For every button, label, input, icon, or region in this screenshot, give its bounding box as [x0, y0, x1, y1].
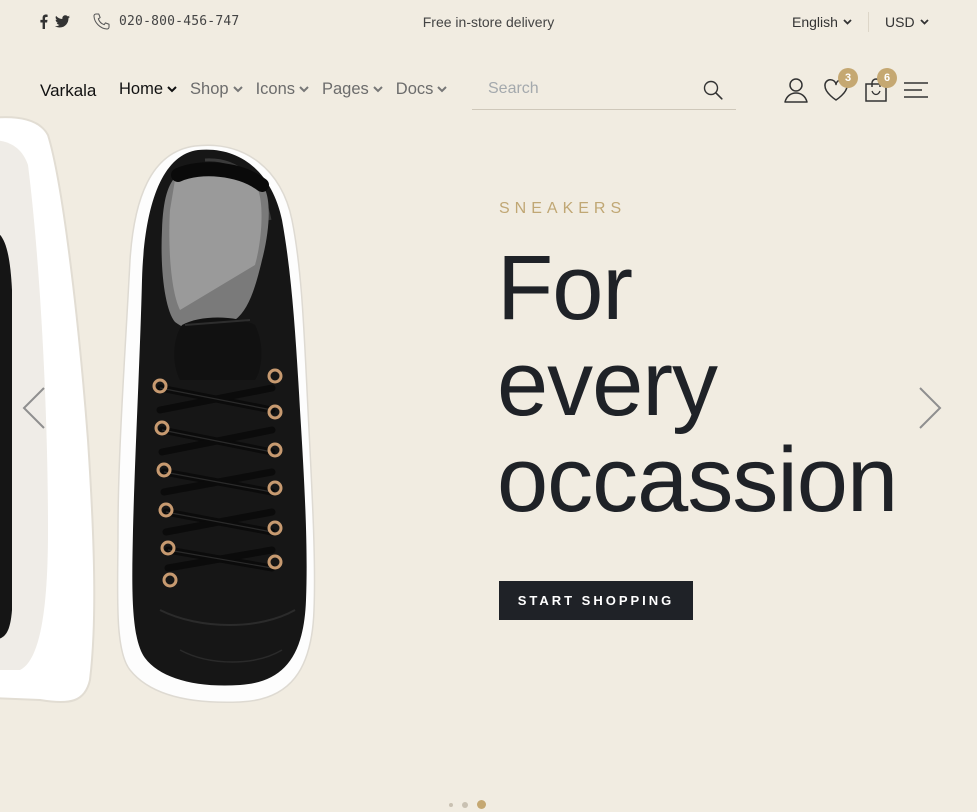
nav-item-home[interactable]: Home: [119, 80, 177, 99]
nav-item-icons[interactable]: Icons: [256, 80, 309, 99]
nav-label: Home: [119, 80, 164, 98]
chevron-down-icon: [167, 86, 177, 93]
start-shopping-button[interactable]: START SHOPPING: [499, 581, 693, 620]
phone-number: 020-800-456-747: [119, 14, 240, 29]
slider-prev-arrow-icon[interactable]: [20, 384, 48, 432]
chevron-down-icon: [373, 86, 383, 93]
headline-line-3: occassion: [497, 429, 898, 531]
slider-dot-1[interactable]: [449, 802, 453, 807]
headline-line-2: every: [497, 333, 718, 435]
phone-contact[interactable]: 020-800-456-747: [92, 12, 239, 31]
slider-next-arrow-icon[interactable]: [916, 384, 944, 432]
hamburger-menu-icon[interactable]: [903, 81, 929, 99]
main-navbar: Varkala Home Shop Icons Pages Docs 3 6: [0, 64, 977, 114]
language-selector[interactable]: English: [792, 14, 852, 30]
nav-label: Icons: [255, 80, 295, 98]
search-input[interactable]: [488, 79, 688, 99]
facebook-icon[interactable]: [39, 14, 48, 29]
currency-selector[interactable]: USD: [885, 14, 929, 30]
top-bar: 020-800-456-747 Free in-store delivery E…: [0, 0, 977, 44]
wishlist-count-badge: 3: [838, 68, 858, 88]
slider-dots: [449, 800, 486, 809]
hero-sneaker-image: [0, 116, 316, 704]
headline-line-1: For: [497, 237, 633, 339]
cart-count-badge: 6: [877, 68, 897, 88]
chevron-down-icon: [919, 19, 929, 25]
hero-eyebrow: SNEAKERS: [499, 200, 627, 217]
nav-label: Docs: [395, 80, 434, 98]
search-box: [472, 72, 736, 110]
nav-item-docs[interactable]: Docs: [396, 80, 448, 99]
language-label: English: [792, 14, 838, 30]
nav-label: Pages: [322, 80, 369, 98]
phone-icon: [93, 13, 110, 30]
chevron-down-icon: [299, 86, 309, 93]
search-icon[interactable]: [702, 79, 724, 101]
currency-label: USD: [885, 14, 915, 30]
slider-dot-3-active[interactable]: [477, 800, 486, 809]
divider: [868, 12, 869, 32]
user-account-icon[interactable]: [782, 76, 810, 104]
nav-item-shop[interactable]: Shop: [190, 80, 243, 99]
chevron-down-icon: [232, 86, 243, 93]
social-links: [39, 14, 70, 29]
hero-headline: For every occassion: [497, 237, 898, 531]
chevron-down-icon: [843, 19, 852, 25]
slider-dot-2[interactable]: [462, 801, 468, 808]
brand-logo[interactable]: Varkala: [40, 81, 96, 101]
nav-item-pages[interactable]: Pages: [322, 80, 383, 99]
main-menu: Home Shop Icons Pages Docs: [119, 80, 448, 99]
nav-label: Shop: [190, 80, 229, 98]
chevron-down-icon: [437, 86, 448, 93]
twitter-icon[interactable]: [55, 15, 70, 28]
